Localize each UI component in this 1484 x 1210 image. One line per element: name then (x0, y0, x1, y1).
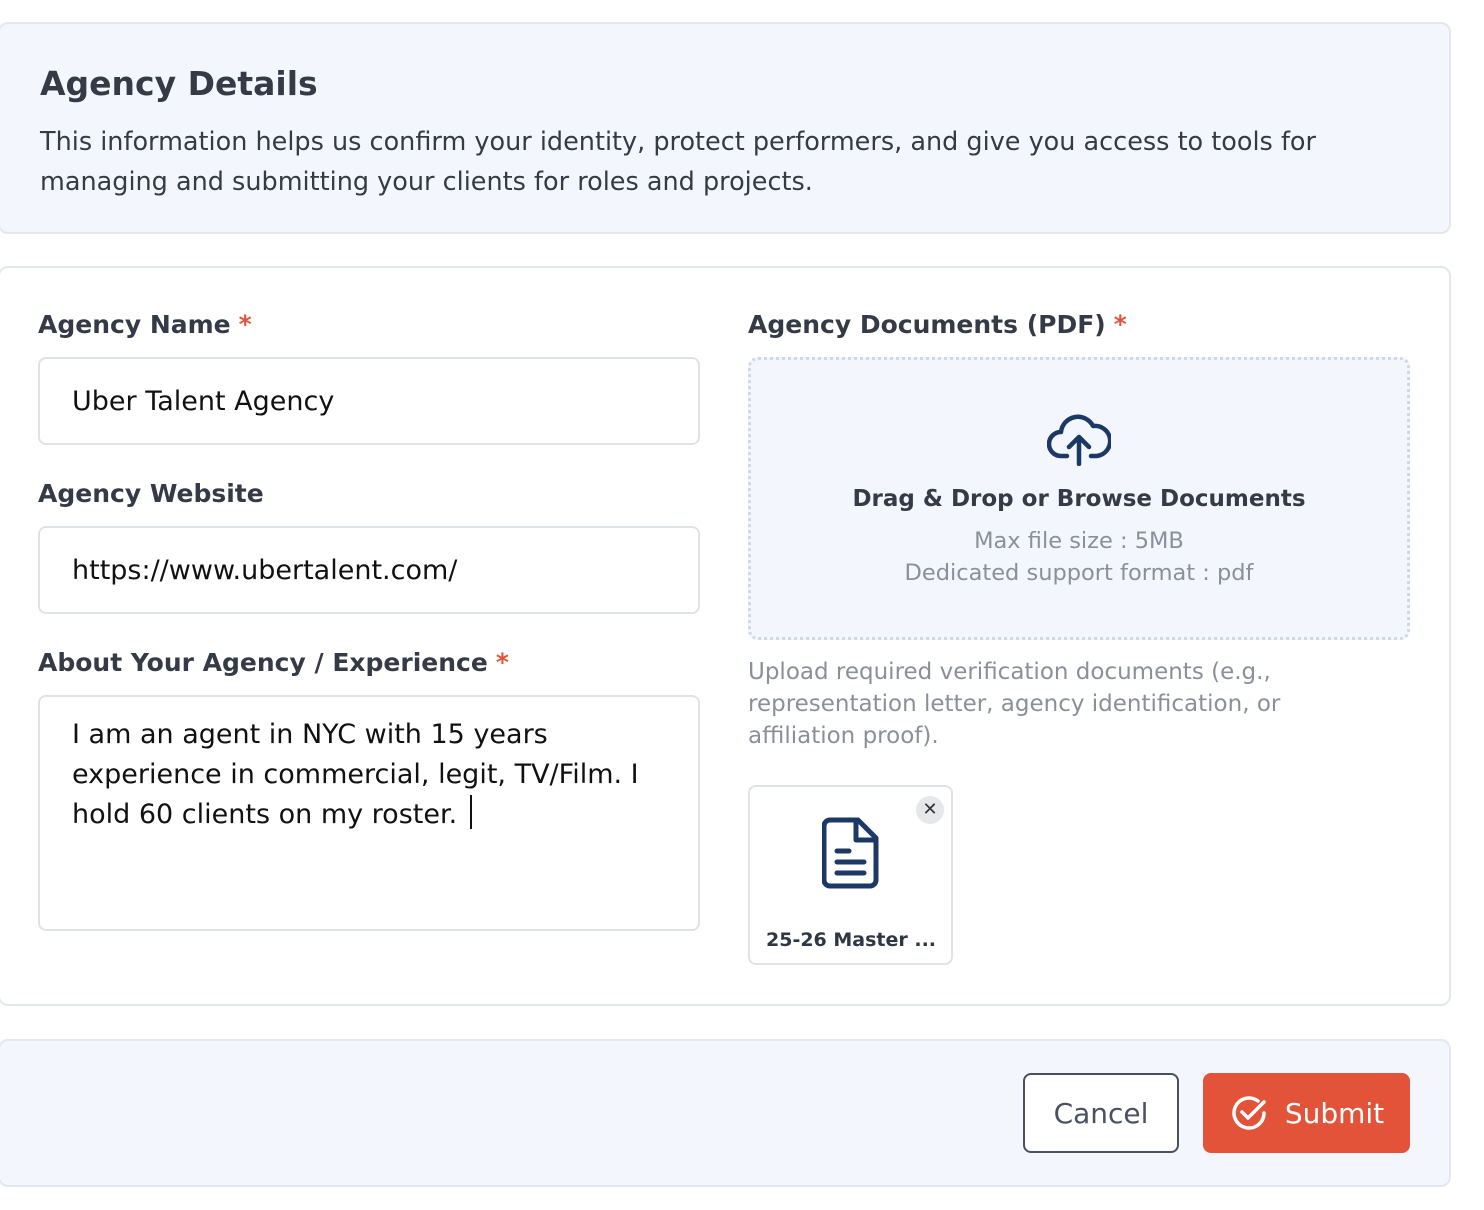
page-description: This information helps us confirm your i… (40, 127, 1317, 197)
uploaded-file-name: 25-26 Master ... (766, 929, 937, 951)
submit-button[interactable]: Submit (1203, 1073, 1410, 1153)
required-mark: * (1113, 310, 1127, 339)
agency-name-label: Agency Name * (38, 310, 252, 339)
required-mark: * (495, 648, 509, 677)
agency-documents-label: Agency Documents (PDF) * (748, 310, 1127, 339)
agency-website-label: Agency Website (38, 479, 264, 508)
page-title: Agency Details (40, 64, 318, 103)
agency-name-value: Uber Talent Agency (72, 385, 335, 417)
about-agency-label-text: About Your Agency / Experience (38, 648, 488, 677)
agency-website-value: https://www.ubertalent.com/ (72, 554, 458, 586)
agency-documents-label-text: Agency Documents (PDF) (748, 310, 1106, 339)
dropzone-format: Dedicated support format : pdf (904, 560, 1254, 586)
documents-help-text: Upload required verification documents (… (748, 659, 1281, 749)
agency-website-label-text: Agency Website (38, 479, 264, 508)
required-mark: * (238, 310, 252, 339)
document-dropzone[interactable]: Drag & Drop or Browse Documents Max file… (748, 357, 1410, 640)
header-card: Agency Details This information helps us… (0, 22, 1451, 234)
agency-website-input[interactable]: https://www.ubertalent.com/ (38, 526, 700, 614)
agency-name-label-text: Agency Name (38, 310, 231, 339)
dropzone-max-size: Max file size : 5MB (974, 528, 1184, 554)
about-agency-value: I am an agent in NYC with 15 years exper… (72, 719, 648, 830)
submit-button-label: Submit (1284, 1096, 1385, 1130)
check-circle-icon (1232, 1096, 1266, 1130)
agency-details-form-page: Agency Details This information helps us… (0, 0, 1484, 1210)
agency-name-input[interactable]: Uber Talent Agency (38, 357, 700, 445)
about-agency-textarea[interactable]: I am an agent in NYC with 15 years exper… (38, 695, 700, 931)
remove-file-icon[interactable]: ✕ (916, 796, 944, 824)
cloud-upload-icon (1047, 414, 1111, 466)
cancel-button[interactable]: Cancel (1023, 1073, 1179, 1153)
uploaded-file-card[interactable]: ✕ 25-26 Master ... (748, 785, 953, 965)
text-caret (469, 795, 472, 829)
dropzone-title: Drag & Drop or Browse Documents (852, 486, 1306, 512)
file-document-icon (822, 817, 879, 889)
about-agency-label: About Your Agency / Experience * (38, 648, 509, 677)
